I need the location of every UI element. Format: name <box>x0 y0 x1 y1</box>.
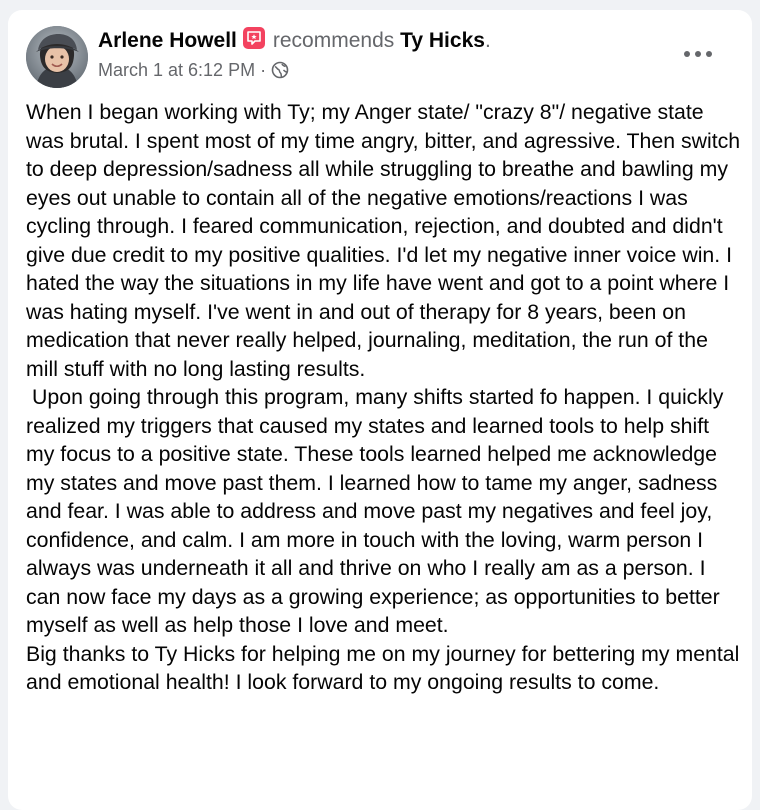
more-options-button[interactable] <box>678 42 718 66</box>
meta-separator: · <box>260 60 267 80</box>
post-paragraph-3: Big thanks to Ty Hicks for helping me on… <box>26 641 740 695</box>
globe-icon[interactable] <box>271 61 289 85</box>
post-meta: March 1 at 6:12 PM · <box>98 58 289 85</box>
post-text: When I began working with Ty; my Anger s… <box>26 98 742 697</box>
ellipsis-icon <box>684 51 712 57</box>
header-period: . <box>484 29 491 52</box>
post-timestamp[interactable]: March 1 at 6:12 PM <box>98 60 255 80</box>
post-paragraph-2: Upon going through this program, many sh… <box>26 385 724 637</box>
author-name[interactable]: Arlene Howell <box>98 29 237 52</box>
action-text: recommends <box>272 29 395 52</box>
post-paragraph-1: When I began working with Ty; my Anger s… <box>26 100 741 381</box>
recommendation-flag-icon <box>242 27 265 49</box>
author-avatar[interactable] <box>26 26 88 88</box>
post-card: Arlene Howell recommends Ty Hicks. March … <box>8 10 752 810</box>
post-header: Arlene Howell recommends Ty Hicks. <box>98 26 491 56</box>
recommended-page-name[interactable]: Ty Hicks <box>400 29 485 52</box>
